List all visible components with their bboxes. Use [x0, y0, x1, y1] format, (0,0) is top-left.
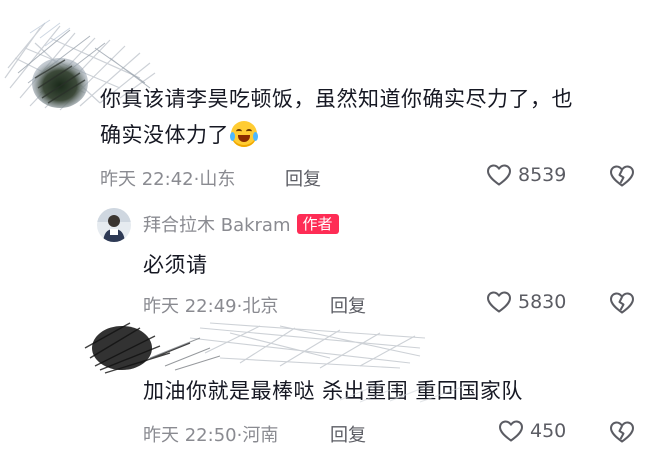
redacted-avatar-and-name — [84, 322, 426, 374]
author-avatar[interactable] — [97, 208, 131, 242]
comment-2-like-count: 5830 — [518, 291, 567, 313]
comment-2-location: 北京 — [242, 296, 279, 317]
author-badge: 作者 — [296, 214, 339, 234]
comment-1-location: 山东 — [199, 169, 236, 190]
comment-1-line1: 你真该请李昊吃顿饭，虽然知道你确实尽力了，也 — [100, 87, 573, 111]
dislike-heart-icon[interactable] — [608, 164, 636, 188]
comment-3-like-count: 450 — [530, 420, 567, 442]
comment-1-text: 你真该请李昊吃顿饭，虽然知道你确实尽力了，也 确实没体力了 — [100, 82, 640, 152]
comment-1-meta: 昨天 22:42·山东 — [100, 165, 235, 191]
comment-1-like-count: 8539 — [518, 164, 567, 186]
comment-3-reply-button[interactable]: 回复 — [330, 421, 366, 447]
comment-1-line2: 确实没体力了 — [100, 123, 229, 147]
heart-icon — [499, 420, 523, 442]
reply-label: 回复 — [285, 169, 321, 190]
comment-1-time: 昨天 22:42 — [100, 169, 194, 190]
dislike-heart-icon[interactable] — [608, 420, 636, 444]
comment-2-author-line: 拜合拉木 Bakram 作者 — [143, 211, 339, 237]
comment-3-like-button[interactable]: 450 — [498, 419, 566, 443]
comment-2-time: 昨天 22:49 — [143, 296, 237, 317]
reply-label: 回复 — [330, 425, 366, 446]
dislike-heart-icon[interactable] — [608, 291, 636, 315]
comment-2-meta: 昨天 22:49·北京 — [143, 292, 278, 318]
comment-3-location: 河南 — [242, 425, 279, 446]
reply-label: 回复 — [330, 296, 366, 317]
comment-2-text: 必须请 — [143, 253, 208, 277]
comment-2-reply-button[interactable]: 回复 — [330, 292, 366, 318]
heart-icon — [487, 291, 511, 313]
comment-3-meta: 昨天 22:50·河南 — [143, 421, 278, 447]
comment-1-reply-button[interactable]: 回复 — [285, 165, 321, 191]
comment-2-like-button[interactable]: 5830 — [486, 290, 566, 314]
author-name[interactable]: 拜合拉木 Bakram — [143, 215, 291, 236]
heart-icon — [487, 164, 511, 186]
comment-3-time: 昨天 22:50 — [143, 425, 237, 446]
crying-laughing-emoji-icon — [230, 121, 258, 147]
text-scribble-overlay — [340, 383, 466, 403]
comment-1-like-button[interactable]: 8539 — [486, 163, 566, 187]
